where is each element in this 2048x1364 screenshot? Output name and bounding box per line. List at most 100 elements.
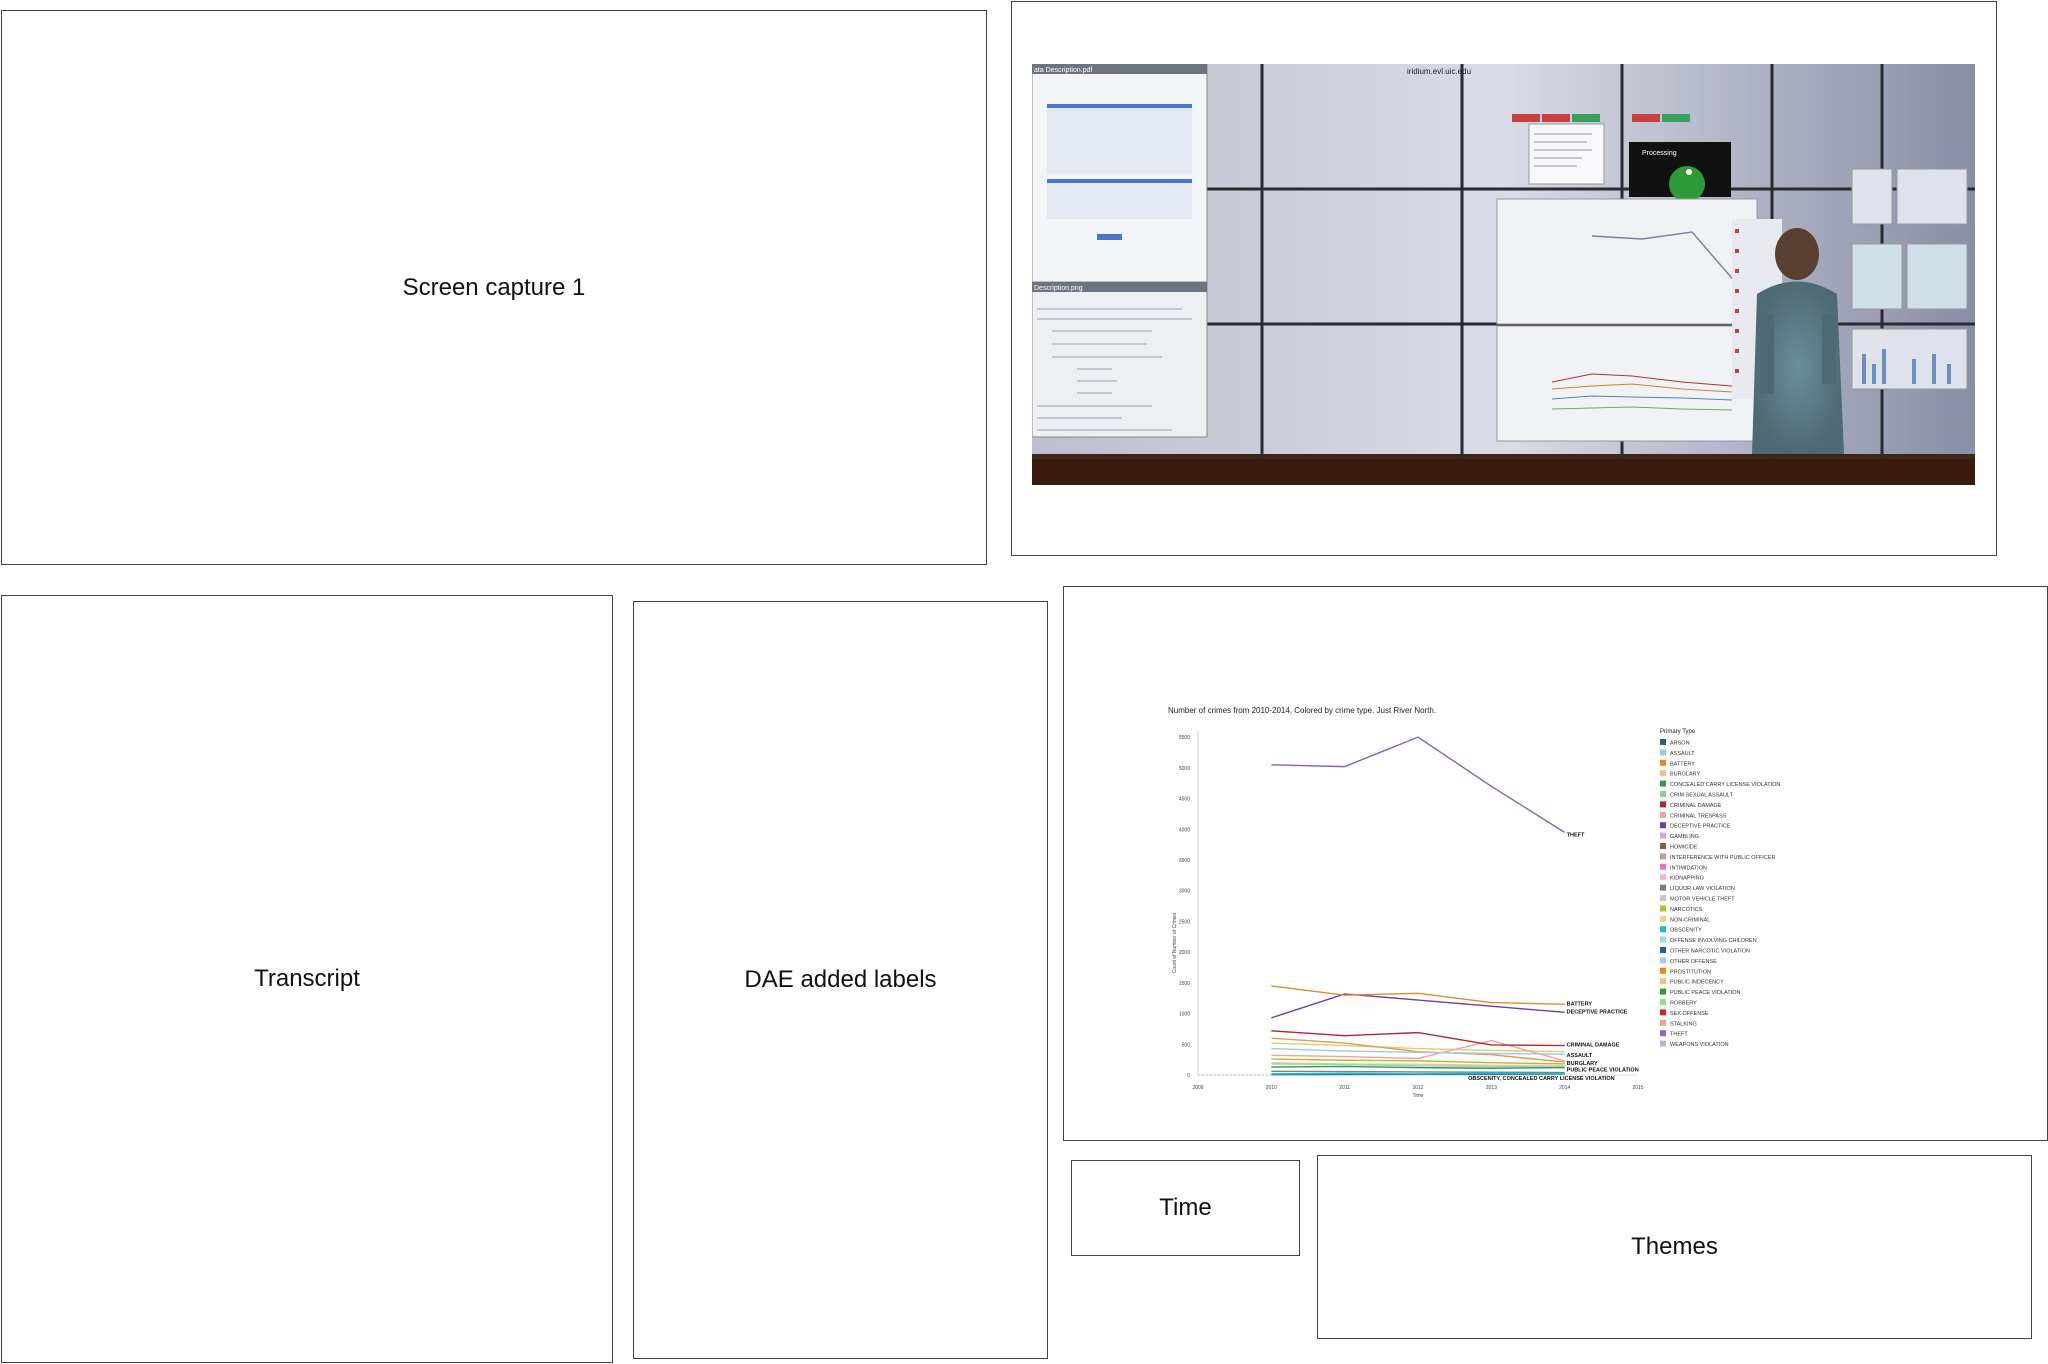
legend-item: NARCOTICS [1670,907,1703,913]
series-line-criminal-damage [1271,1030,1565,1047]
legend-title: Primary Type [1660,729,1696,735]
legend-swatch [1660,915,1666,922]
legend-swatch [1660,843,1666,849]
y-tick-label: 4000 [1179,827,1190,833]
legend-item: HOMICIDE [1670,845,1698,851]
legend-item: STALKING [1670,1021,1697,1027]
screen-capture-panel: Screen capture 1 [1,10,987,565]
time-panel: Time [1071,1160,1300,1256]
png-window-title: Description.png [1034,285,1083,292]
legend-item: CRIMINAL DAMAGE [1670,803,1722,809]
legend-item: INTIMIDATION [1670,865,1707,871]
display-wall-photo: ata Description.pdf Description.png irid… [1032,64,1975,485]
y-tick-label: 4500 [1179,797,1190,803]
chart-title: Number of crimes from 2010-2014. Colored… [1168,706,1436,715]
y-axis-label: Count of Number of Crimes [1172,912,1178,973]
legend-swatch [1660,749,1666,756]
legend-item: SEX OFFENSE [1670,1011,1709,1017]
y-tick-label: 500 [1182,1042,1191,1048]
time-label: Time [1159,1194,1212,1221]
legend-item: BURGLARY [1670,772,1700,778]
legend-item: PUBLIC INDECENCY [1670,980,1724,986]
legend-item: DECEPTIVE PRACTICE [1670,824,1731,830]
legend-item: BATTERY [1670,761,1695,767]
legend-item: PROSTITUTION [1670,969,1711,975]
series-line-deceptive-practice [1271,993,1565,1019]
x-tick-label: 2010 [1266,1085,1277,1091]
series-line-obscenity [1271,1072,1565,1075]
legend-item: OBSCENITY [1670,928,1702,934]
legend-swatch [1660,791,1666,797]
transcript-panel: Transcript [1,595,613,1363]
legend-item: LIQUOR LAW VIOLATION [1670,886,1735,892]
plot-area: 0 500 1000 1500 2000 2500 3000 3500 4000 4500 5000… [1172,731,1644,1099]
annotation-label: THEFT [1567,832,1585,838]
x-axis-label: Time [1413,1093,1424,1099]
legend-item: CRIM SEXUAL ASSAULT [1670,793,1734,799]
legend-swatch [1660,895,1666,901]
series-line-theft [1271,736,1566,833]
crime-line-chart: Number of crimes from 2010-2014. Colored… [1168,706,1780,1099]
annotation-label: OBSCENITY, CONCEALED CARRY LICENSE VIOLA… [1468,1076,1615,1082]
processing-label: Processing [1642,150,1677,157]
annotation-label: DECEPTIVE PRACTICE [1567,1009,1628,1015]
legend-swatch [1660,978,1666,985]
legend-swatch [1660,947,1666,953]
photo-panel: ata Description.pdf Description.png irid… [1011,1,1997,556]
legend-swatch [1660,822,1666,829]
legend-item: OFFENSE INVOLVING CHILDREN [1670,938,1757,944]
legend-item: PUBLIC PEACE VIOLATION [1670,990,1741,996]
legend-swatch [1660,863,1666,870]
pdf-window-title: ata Description.pdf [1034,67,1092,74]
legend-item: ARSON [1670,741,1690,747]
host-label: iridium.evl.uic.edu [1407,67,1471,76]
legend-swatch [1660,811,1666,818]
legend-swatch [1660,1030,1666,1037]
legend-item: OTHER OFFENSE [1670,959,1717,965]
legend-swatch [1660,957,1666,964]
x-tick-label: 2012 [1412,1085,1423,1091]
series-line-weapons-violation [1271,1070,1565,1074]
legend-swatch [1660,1009,1666,1016]
y-tick-label: 1000 [1179,1012,1190,1018]
dae-labels-panel: DAE added labels [633,601,1048,1359]
legend-swatch [1660,770,1666,777]
legend-item: INTERFERENCE WITH PUBLIC OFFICER [1670,855,1775,861]
legend-swatch [1660,999,1666,1005]
legend-swatch [1660,936,1666,943]
y-tick-label: 2000 [1179,950,1190,956]
legend-swatch [1660,967,1666,974]
y-tick-label: 2500 [1179,919,1190,925]
legend-item: OTHER NARCOTIC VIOLATION [1670,949,1750,955]
x-tick-label: 2014 [1559,1085,1570,1091]
legend-swatch [1660,874,1666,881]
y-tick-label: 5500 [1179,735,1190,741]
legend-swatch [1660,884,1666,891]
legend-item: THEFT [1670,1032,1688,1038]
legend-swatch [1660,739,1666,745]
legend-swatch [1660,759,1666,766]
x-tick-label: 2011 [1339,1085,1350,1091]
legend-swatch [1660,853,1666,860]
series-line-battery [1271,985,1565,1006]
legend-item: CONCEALED CARRY LICENSE VIOLATION [1670,782,1780,788]
y-tick-label: 3500 [1179,858,1190,864]
themes-panel: Themes [1317,1155,2032,1339]
annotation-label: PUBLIC PEACE VIOLATION [1567,1068,1639,1074]
annotation-label: ASSAULT [1567,1053,1593,1059]
transcript-label: Transcript [254,965,360,992]
legend-item: WEAPONS VIOLATION [1670,1042,1729,1048]
legend-swatch [1660,926,1666,933]
wall-chart-bottom [1496,325,1758,442]
legend-swatch [1660,1040,1666,1047]
themes-label: Themes [1631,1233,1718,1260]
legend-swatch [1660,780,1666,787]
legend-item: NON-CRIMINAL [1670,917,1710,923]
png-window [1032,281,1208,438]
legend-swatch [1660,832,1666,839]
legend-item: KIDNAPPING [1670,876,1704,882]
annotation-label: BATTERY [1567,1001,1593,1007]
y-tick-label: 1500 [1179,981,1190,987]
annotation-label: BURGLARY [1567,1061,1598,1067]
legend-swatch [1660,801,1666,808]
